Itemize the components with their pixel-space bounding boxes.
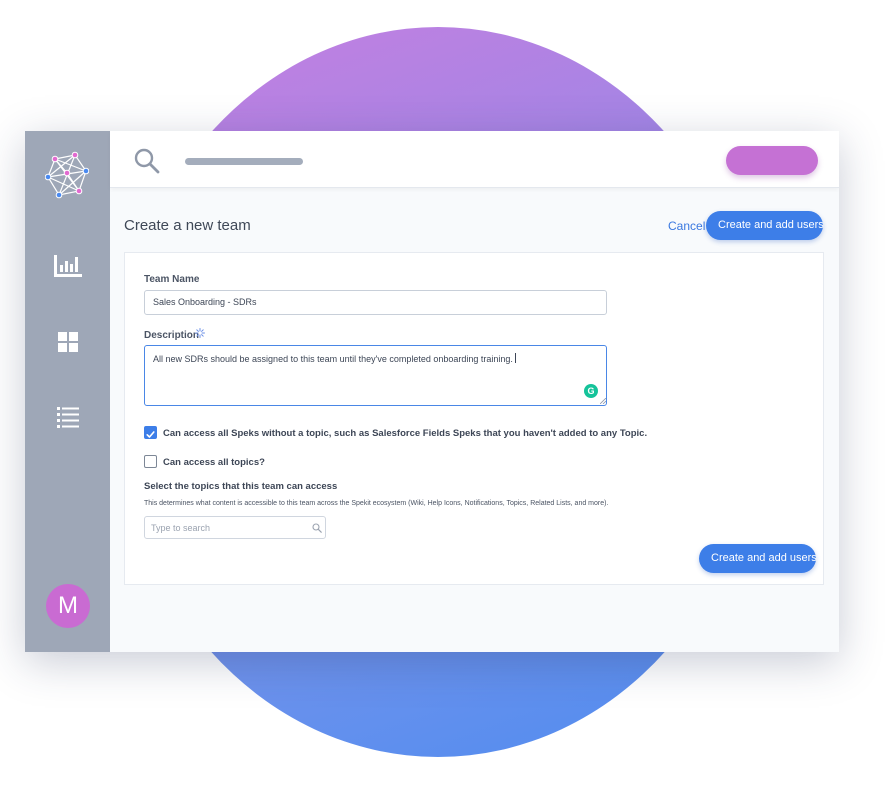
topic-search-field [144,516,326,539]
cancel-button[interactable]: Cancel [668,219,705,233]
sparkle-icon [195,328,205,338]
text-caret [514,353,516,363]
topic-search-input[interactable] [145,517,305,538]
grid-icon[interactable] [52,328,84,356]
user-avatar[interactable]: M [46,584,90,628]
search-icon [312,523,322,533]
bar-chart-icon[interactable] [52,252,84,280]
create-and-add-users-submit-button[interactable]: Create and add users [699,544,817,573]
page-title: Create a new team [124,217,251,234]
list-icon[interactable] [52,403,84,431]
access-all-topics-checkbox[interactable] [144,455,157,468]
checkmark-icon [146,431,155,438]
description-text: All new SDRs should be assigned to this … [153,354,513,364]
resize-handle-icon[interactable] [600,398,606,404]
sidebar: M [25,131,110,652]
access-all-topics-label: Can access all topics? [163,457,265,468]
description-textarea[interactable]: All new SDRs should be assigned to this … [144,345,607,406]
description-label: Description [144,330,200,341]
access-speks-without-topic-checkbox[interactable] [144,426,157,439]
create-and-add-users-button[interactable]: Create and add users [706,211,824,240]
top-action-pill[interactable] [726,146,818,175]
topics-section-description: This determines what content is accessib… [144,500,609,507]
top-bar [110,131,839,188]
team-name-input[interactable]: Sales Onboarding - SDRs [144,290,607,315]
topics-section-title: Select the topics that this team can acc… [144,481,338,492]
app-window: M Create a new team Cancel Create and ad… [25,131,839,652]
team-name-label: Team Name [144,274,200,285]
network-logo-icon[interactable] [45,151,89,199]
search-bar-skeleton[interactable] [185,158,303,165]
search-icon[interactable] [134,148,160,174]
access-speks-without-topic-label: Can access all Speks without a topic, su… [163,428,648,439]
grammarly-icon[interactable]: G [584,384,598,398]
